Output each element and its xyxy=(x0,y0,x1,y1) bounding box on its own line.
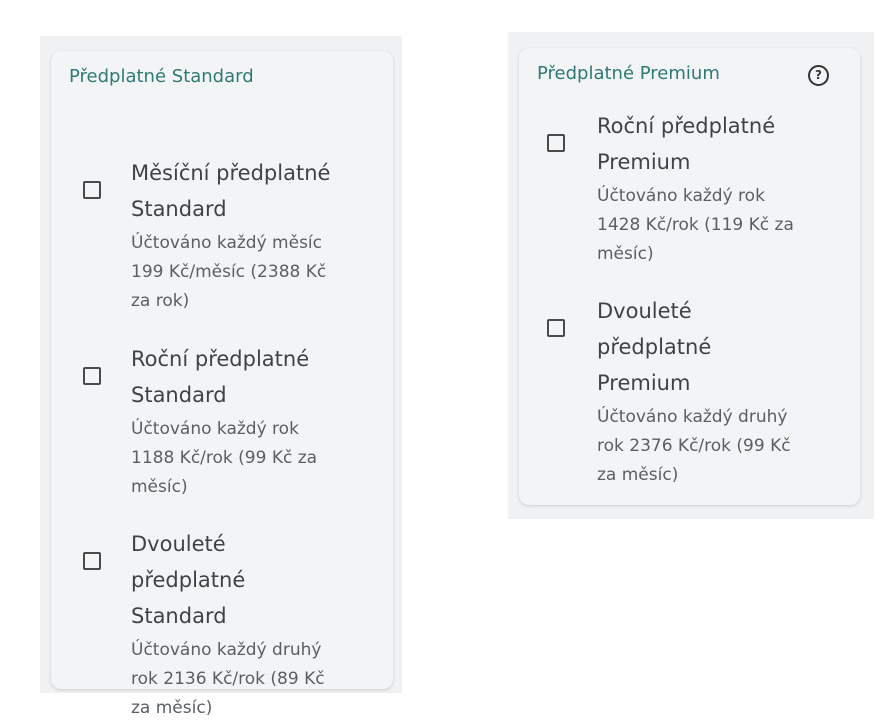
checkbox-monthly-standard[interactable] xyxy=(83,181,101,199)
option-description: Účtováno každý měsíc 199 Kč/měsíc (2388 … xyxy=(131,233,327,311)
premium-subscription-card: Předplatné Premium ? Roční předplatné Pr… xyxy=(519,48,860,505)
standard-card-title: Předplatné Standard xyxy=(69,66,254,87)
option-title: Dvouleté předplatné Standard xyxy=(131,532,246,628)
option-description: Účtováno každý rok 1428 Kč/rok (119 Kč z… xyxy=(597,186,794,264)
checkbox-yearly-standard[interactable] xyxy=(83,367,101,385)
standard-subscription-card: Předplatné Standard Měsíční předplatné S… xyxy=(51,51,393,718)
option-title: Roční předplatné Premium xyxy=(597,114,776,174)
option-description: Účtováno každý rok 1188 Kč/rok (99 Kč za… xyxy=(131,419,318,497)
option-title: Dvouleté předplatné Premium xyxy=(597,299,712,395)
checkbox-two-year-premium[interactable] xyxy=(547,319,565,337)
option-description: Účtováno každý druhý rok 2136 Kč/rok (89… xyxy=(131,640,325,718)
checkbox-yearly-premium[interactable] xyxy=(547,134,565,152)
option-title: Roční předplatné Standard xyxy=(131,347,310,407)
option-title: Měsíční předplatné Standard xyxy=(131,161,331,221)
option-description: Účtováno každý druhý rok 2376 Kč/rok (99… xyxy=(597,407,791,485)
question-circle-icon[interactable]: ? xyxy=(808,65,829,86)
premium-card-title: Předplatné Premium xyxy=(537,63,720,84)
checkbox-two-year-standard[interactable] xyxy=(83,552,101,570)
